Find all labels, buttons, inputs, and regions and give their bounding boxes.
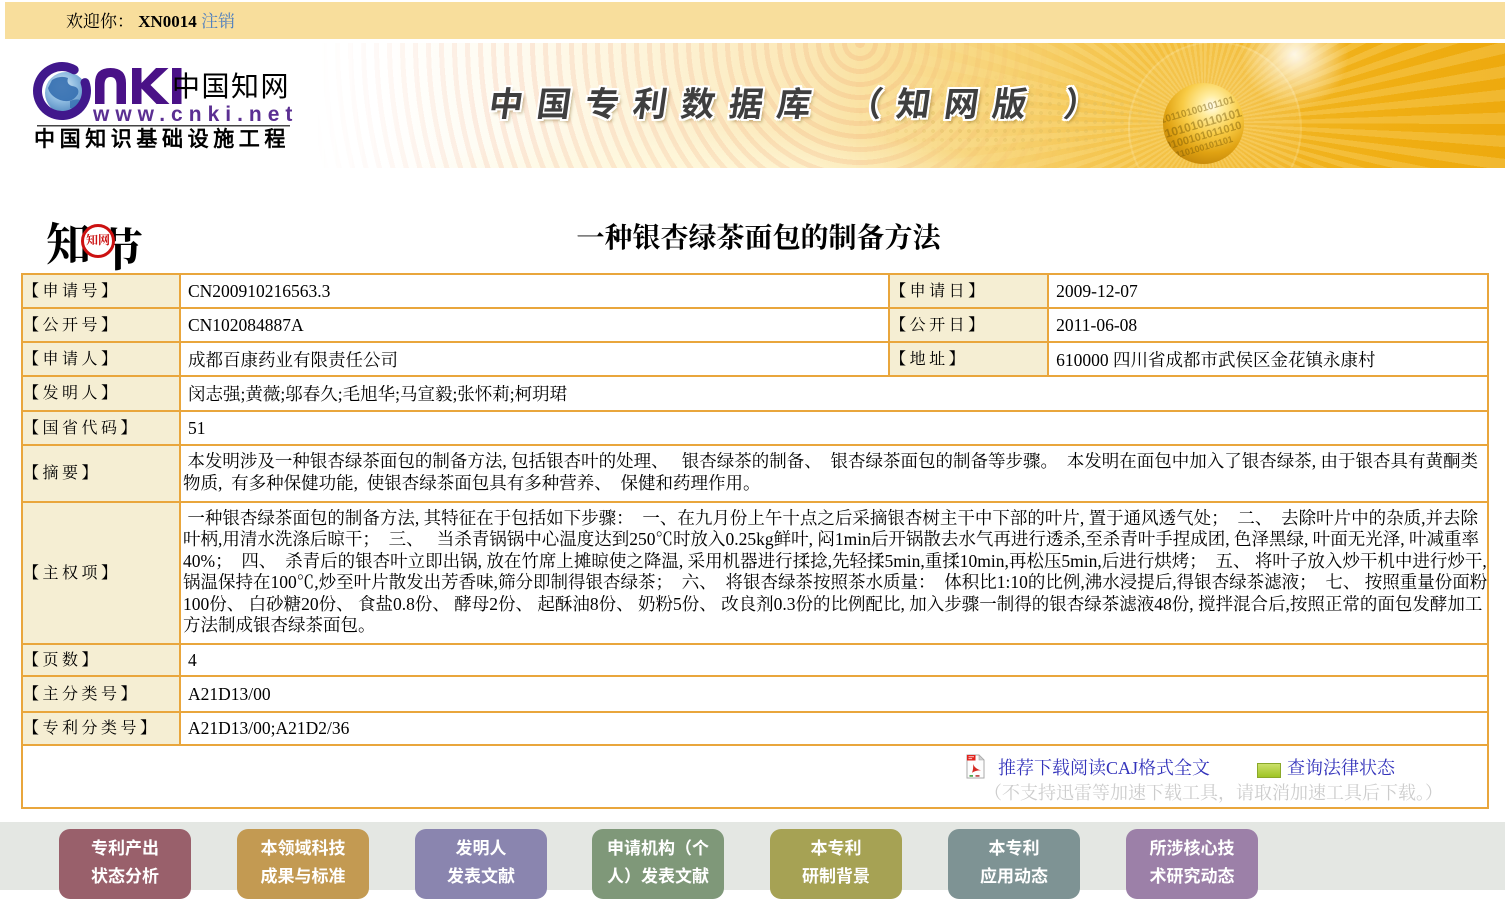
svg-text:中国知网: 中国知网 xyxy=(172,71,290,103)
svg-text:www.cnki.net: www.cnki.net xyxy=(92,103,298,126)
svg-text:中国知识基础设施工程: 中国知识基础设施工程 xyxy=(34,127,290,151)
